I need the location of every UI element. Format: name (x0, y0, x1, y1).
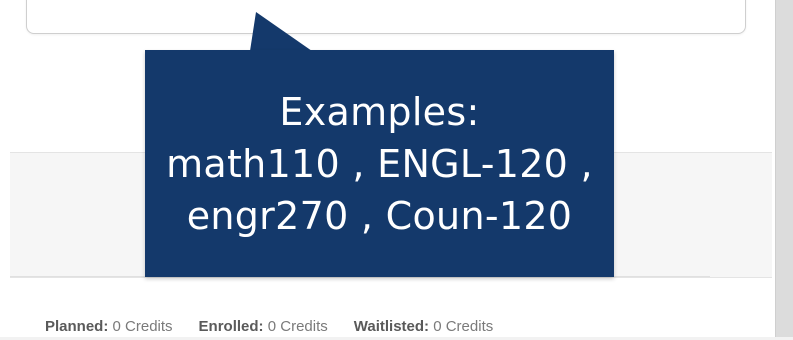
course-search-box[interactable] (26, 0, 746, 34)
enrolled-credits-label: Enrolled: (198, 318, 264, 335)
tooltip-example-line: engr270 , Coun-120 (186, 193, 573, 238)
tooltip-example-line: math110 , ENGL-120 , (166, 141, 593, 186)
enrolled-credits-value: 0 Credits (267, 318, 328, 335)
tooltip-pointer (250, 12, 312, 51)
tooltip-heading: Examples: (279, 89, 480, 134)
planned-credits: Planned: 0 Credits (45, 318, 173, 335)
enrolled-credits: Enrolled: 0 Credits (199, 318, 328, 335)
planned-credits-value: 0 Credits (112, 318, 173, 335)
search-examples-tooltip: Examples: math110 , ENGL-120 , engr270 ,… (145, 50, 614, 277)
planned-credits-label: Planned: (45, 318, 109, 335)
waitlisted-credits: Waitlisted: 0 Credits (354, 318, 493, 335)
waitlisted-credits-label: Waitlisted: (353, 318, 430, 335)
waitlisted-credits-value: 0 Credits (433, 318, 494, 335)
scroll-gutter[interactable] (775, 0, 793, 337)
